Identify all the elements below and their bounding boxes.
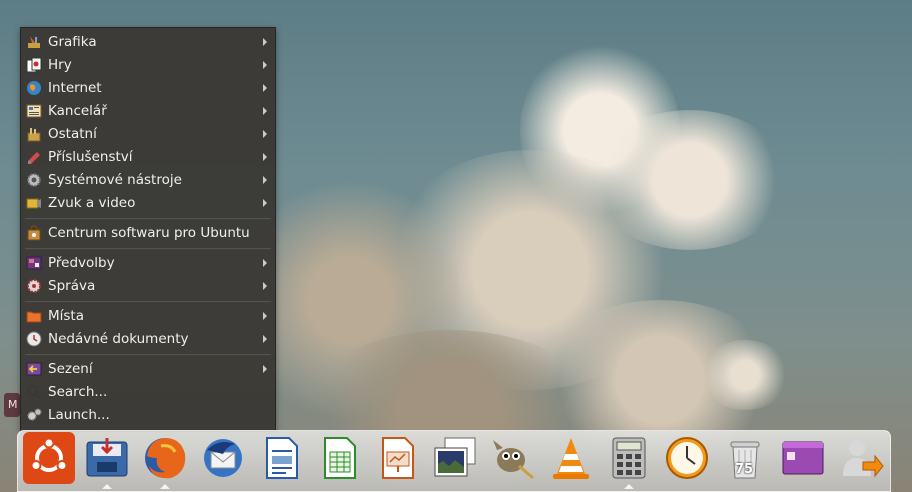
menu-item-grafika[interactable]: Grafika (21, 31, 275, 53)
dock-item-trash[interactable]: 75 (719, 434, 771, 486)
dock-item-impress[interactable] (371, 434, 423, 486)
calculator-icon (605, 434, 653, 486)
dock-item-clock[interactable] (661, 434, 713, 486)
running-indicator (624, 484, 634, 489)
menu-separator (25, 354, 271, 356)
ubuntu-logo-icon (23, 432, 75, 488)
dock-item-logout[interactable] (835, 434, 887, 486)
submenu-arrow-icon (263, 107, 267, 115)
menu-item-ostatni[interactable]: Ostatní (21, 123, 275, 145)
menu-item-search[interactable]: Search... (21, 381, 275, 403)
trash-icon (721, 434, 769, 486)
submenu-arrow-icon (263, 282, 267, 290)
dock-item-ubuntu[interactable] (23, 432, 75, 488)
menu-separator (25, 218, 271, 220)
menu-item-sprava[interactable]: Správa (21, 275, 275, 297)
menu-item-kancelar[interactable]: Kancelář (21, 100, 275, 122)
sound-video-icon (26, 195, 42, 211)
impress-presentation-icon (373, 434, 421, 486)
places-folder-icon (26, 308, 42, 324)
menu-item-centrum-softwaru[interactable]: Centrum softwaru pro Ubuntu (21, 222, 275, 244)
office-icon (26, 103, 42, 119)
image-viewer-icon (431, 434, 479, 486)
dock-item-vlc[interactable] (545, 434, 597, 486)
graphics-icon (26, 34, 42, 50)
session-icon (26, 361, 42, 377)
search-icon (26, 384, 42, 400)
dock-launcher: 75 (17, 430, 891, 492)
other-apps-icon (26, 126, 42, 142)
submenu-arrow-icon (263, 38, 267, 46)
submenu-arrow-icon (263, 176, 267, 184)
menu-item-sezeni[interactable]: Sezení (21, 358, 275, 380)
preferences-icon (26, 255, 42, 271)
dock-item-thunderbird[interactable] (197, 434, 249, 486)
save-panel-icon (83, 434, 131, 486)
running-indicator (102, 484, 112, 489)
system-tools-gear-icon (26, 172, 42, 188)
submenu-arrow-icon (263, 130, 267, 138)
menu-item-systemove-nastroje[interactable]: Systémové nástroje (21, 169, 275, 191)
launch-gears-icon (26, 407, 42, 423)
dock-item-calc[interactable] (313, 434, 365, 486)
menu-item-launch[interactable]: Launch... (21, 404, 275, 426)
calc-spreadsheet-icon (315, 434, 363, 486)
submenu-arrow-icon (263, 259, 267, 267)
dock-item-window-manager[interactable] (777, 434, 829, 486)
submenu-arrow-icon (263, 61, 267, 69)
games-icon (26, 57, 42, 73)
dock-item-gimp[interactable] (487, 434, 539, 486)
accessories-icon (26, 149, 42, 165)
firefox-icon (141, 434, 189, 486)
clock-icon (663, 434, 711, 486)
dock-item-writer[interactable] (255, 434, 307, 486)
recent-documents-icon (26, 331, 42, 347)
menu-separator (25, 301, 271, 303)
software-center-icon (26, 225, 42, 241)
menu-item-prislusenstvi[interactable]: Příslušenství (21, 146, 275, 168)
menu-item-mista[interactable]: Místa (21, 305, 275, 327)
internet-globe-icon (26, 80, 42, 96)
dock-item-image-viewer[interactable] (429, 434, 481, 486)
submenu-arrow-icon (263, 312, 267, 320)
administration-icon (26, 278, 42, 294)
applications-menu: Grafika Hry Internet Kancelář Ostatní Př… (20, 27, 276, 432)
minimized-window-tab[interactable]: M (4, 393, 20, 417)
menu-item-internet[interactable]: Internet (21, 77, 275, 99)
submenu-arrow-icon (263, 335, 267, 343)
window-manager-icon (779, 434, 827, 486)
vlc-icon (547, 434, 595, 486)
trash-count-badge: 75 (735, 462, 754, 477)
submenu-arrow-icon (263, 84, 267, 92)
submenu-arrow-icon (263, 199, 267, 207)
thunderbird-icon (199, 434, 247, 486)
menu-item-hry[interactable]: Hry (21, 54, 275, 76)
logout-user-icon (837, 434, 885, 486)
submenu-arrow-icon (263, 365, 267, 373)
dock-item-calculator[interactable] (603, 434, 655, 489)
menu-item-predvolby[interactable]: Předvolby (21, 252, 275, 274)
dock-item-firefox[interactable] (139, 434, 191, 489)
submenu-arrow-icon (263, 153, 267, 161)
running-indicator (160, 484, 170, 489)
menu-item-nedavne-dokumenty[interactable]: Nedávné dokumenty (21, 328, 275, 350)
menu-separator (25, 248, 271, 250)
dock-item-save-panel[interactable] (81, 434, 133, 489)
menu-item-zvuk-a-video[interactable]: Zvuk a video (21, 192, 275, 214)
writer-icon (257, 434, 305, 486)
gimp-icon (489, 434, 537, 486)
